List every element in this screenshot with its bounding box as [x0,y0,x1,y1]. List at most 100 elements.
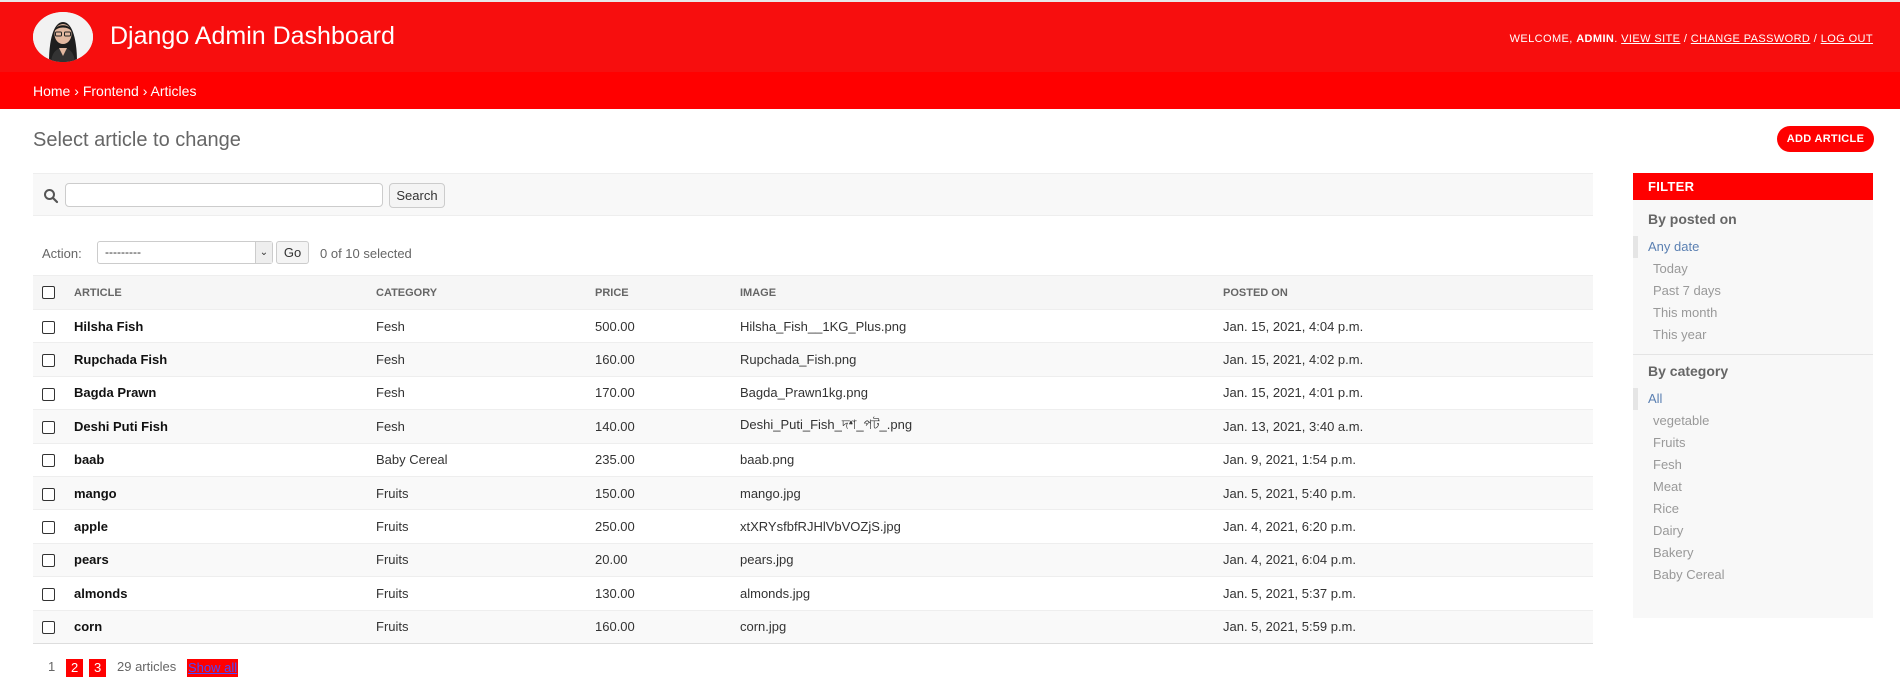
show-all-link[interactable]: Show all [187,659,239,677]
posted-on-cell: Jan. 5, 2021, 5:40 p.m. [1223,476,1593,511]
filter-option[interactable]: Baby Cereal [1633,564,1873,586]
table-row: almonds Fruits 130.00 almonds.jpg Jan. 5… [33,576,1593,611]
add-article-button[interactable]: ADD ARTICLE [1777,126,1874,152]
filter-option[interactable]: Any date [1633,236,1873,258]
posted-on-cell: Jan. 15, 2021, 4:02 p.m. [1223,342,1593,377]
filter-panel: FILTER By posted on Any date Today Past … [1633,173,1873,618]
breadcrumb-home[interactable]: Home [33,83,70,99]
row-checkbox-cell [33,376,74,411]
article-link[interactable]: almonds [74,576,376,611]
row-checkbox[interactable] [42,387,55,401]
filter-option[interactable]: Fesh [1633,454,1873,476]
row-checkbox[interactable] [42,320,55,334]
price-cell: 160.00 [595,342,740,377]
row-checkbox-cell [33,443,74,477]
page-link[interactable]: 2 [66,659,84,677]
welcome-text: Welcome, [1509,33,1573,45]
column-header-price[interactable]: Price [595,275,740,310]
price-cell: 170.00 [595,376,740,411]
filter-option[interactable]: Rice [1633,498,1873,520]
table-row: Bagda Prawn Fesh 170.00 Bagda_Prawn1kg.p… [33,376,1593,411]
category-cell: Fesh [376,376,595,411]
category-cell: Fesh [376,309,595,344]
column-header-posted-on[interactable]: Posted on [1223,275,1593,310]
filter-option[interactable]: This month [1633,302,1873,324]
article-link[interactable]: Hilsha Fish [74,309,376,344]
site-name[interactable]: Django Admin Dashboard [110,22,395,51]
filter-option[interactable]: All [1633,388,1873,410]
row-checkbox[interactable] [42,554,55,568]
image-cell: xtXRYsfbfRJHlVbVOZjS.jpg [740,509,1223,544]
article-link[interactable]: pears [74,543,376,578]
price-cell: 160.00 [595,610,740,644]
go-button[interactable]: Go [276,241,309,264]
row-checkbox[interactable] [42,454,55,468]
posted-on-cell: Jan. 15, 2021, 4:01 p.m. [1223,376,1593,411]
filter-option[interactable]: Meat [1633,476,1873,498]
image-cell: almonds.jpg [740,576,1223,611]
separator: / [1813,33,1818,45]
result-count: 29 articles [117,659,177,674]
username: admin [1576,33,1615,45]
search-button[interactable]: Search [389,183,445,208]
article-link[interactable]: Bagda Prawn [74,376,376,411]
action-select-value: --------- [105,245,141,259]
action-select[interactable]: --------- ⌄ [97,241,273,264]
filter-option[interactable]: Fruits [1633,432,1873,454]
view-site-link[interactable]: View site [1621,33,1680,45]
article-link[interactable]: Rupchada Fish [74,342,376,377]
select-all-checkbox[interactable] [42,286,55,299]
breadcrumb: Home › Frontend › Articles [0,72,1900,109]
posted-on-cell: Jan. 5, 2021, 5:59 p.m. [1223,610,1593,644]
image-cell: Bagda_Prawn1kg.png [740,376,1223,411]
divider [1633,354,1873,355]
column-header-article[interactable]: Article [74,275,376,310]
row-checkbox[interactable] [42,521,55,535]
page-title: Select article to change [33,129,241,151]
avatar [33,12,93,62]
current-page: 1 [48,659,56,674]
row-checkbox[interactable] [42,354,55,368]
filter-option[interactable]: Today [1633,258,1873,280]
row-checkbox[interactable] [42,487,55,501]
article-link[interactable]: apple [74,509,376,544]
image-cell: Rupchada_Fish.png [740,342,1223,377]
change-password-link[interactable]: Change password [1691,33,1810,45]
category-cell: Fruits [376,576,595,611]
row-checkbox[interactable] [42,621,55,635]
header-bar: Django Admin Dashboard Welcome, admin. V… [0,0,1900,72]
breadcrumb-app[interactable]: Frontend [83,83,139,99]
posted-on-cell: Jan. 4, 2021, 6:20 p.m. [1223,509,1593,544]
row-checkbox[interactable] [42,420,55,434]
filter-option[interactable]: vegetable [1633,410,1873,432]
filter-heading-posted-on: By posted on [1648,211,1737,227]
page-link[interactable]: 3 [89,659,107,677]
category-cell: Fesh [376,342,595,377]
image-cell: baab.png [740,443,1223,477]
posted-on-cell: Jan. 5, 2021, 5:37 p.m. [1223,576,1593,611]
category-cell: Fruits [376,509,595,544]
selection-counter: 0 of 10 selected [320,246,412,261]
price-cell: 235.00 [595,443,740,477]
category-cell: Fesh [376,409,595,444]
row-checkbox[interactable] [42,587,55,601]
search-input[interactable] [65,183,383,207]
price-cell: 250.00 [595,509,740,544]
filter-option[interactable]: Bakery [1633,542,1873,564]
filter-title: FILTER [1633,173,1873,200]
column-header-category[interactable]: Category [376,275,595,310]
article-link[interactable]: baab [74,443,376,477]
price-cell: 150.00 [595,476,740,511]
filter-option[interactable]: This year [1633,324,1873,346]
table-row: corn Fruits 160.00 corn.jpg Jan. 5, 2021… [33,610,1593,644]
article-link[interactable]: mango [74,476,376,511]
image-cell: corn.jpg [740,610,1223,644]
article-link[interactable]: Deshi Puti Fish [74,409,376,444]
image-cell: Hilsha_Fish__1KG_Plus.png [740,309,1223,344]
log-out-link[interactable]: Log out [1821,33,1873,45]
column-header-image[interactable]: Image [740,275,1223,310]
article-link[interactable]: corn [74,610,376,644]
filter-option[interactable]: Past 7 days [1633,280,1873,302]
filter-option[interactable]: Dairy [1633,520,1873,542]
breadcrumb-separator: › [142,83,148,99]
